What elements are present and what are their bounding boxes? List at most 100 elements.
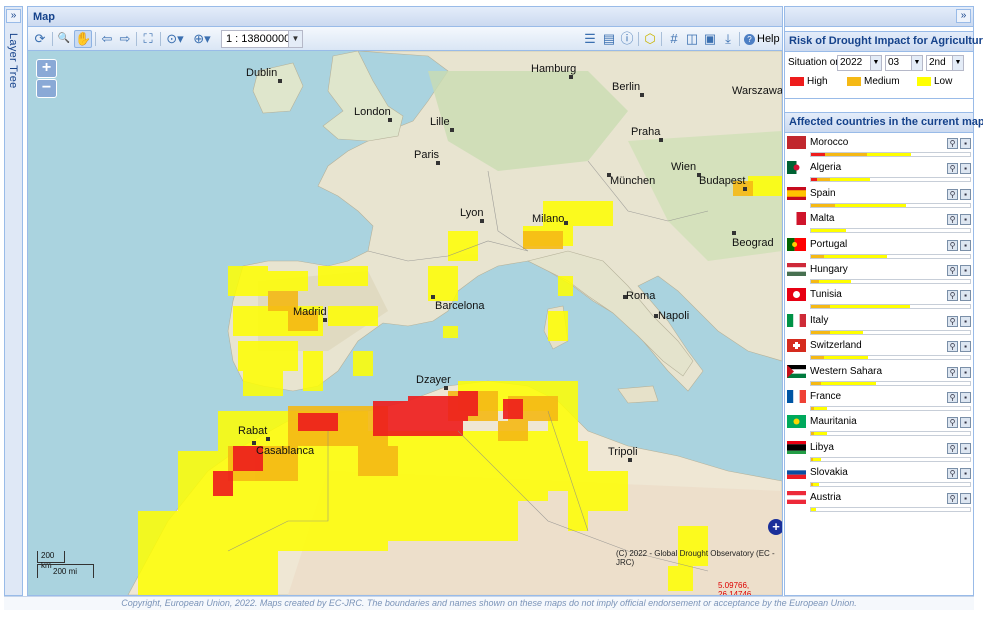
scale-select[interactable]: 1 : 13800000 ▼ <box>221 30 303 48</box>
country-name: Algeria <box>810 162 842 174</box>
country-risk-bar <box>810 202 971 208</box>
country-info-icon[interactable]: ▪ <box>960 391 971 403</box>
layer-info-icon[interactable]: ▤ <box>600 30 618 48</box>
country-info-icon[interactable]: ▪ <box>960 468 971 480</box>
zoom-to-country-icon[interactable]: ⚲ <box>947 366 958 378</box>
country-info-icon[interactable]: ▪ <box>960 315 971 327</box>
zoom-to-country-icon[interactable]: ⚲ <box>947 214 958 226</box>
year-select[interactable]: 2022 ▼ <box>837 55 882 71</box>
country-row[interactable]: Portugal ⚲ ▪ <box>785 235 973 260</box>
risk-bar-low <box>830 305 910 309</box>
forward-arrow-icon[interactable]: ⇨ <box>116 30 134 48</box>
month-value: 03 <box>888 57 900 68</box>
full-extent-icon[interactable]: ⛶ <box>139 30 157 48</box>
help-button[interactable]: ? Help <box>744 30 780 48</box>
city-name: Paris <box>414 149 440 161</box>
footer-copyright: Copyright, European Union, 2022. Maps cr… <box>4 596 974 610</box>
zoom-to-country-icon[interactable]: ⊙▾ <box>163 30 187 48</box>
flag-icon <box>787 262 806 276</box>
zoom-to-country-icon[interactable]: ⚲ <box>947 468 958 480</box>
country-info-icon[interactable]: ▪ <box>960 264 971 276</box>
zoom-out-button[interactable]: − <box>36 79 57 98</box>
map-view[interactable]: + − Dublin London Hamburg Berlin Warszaw… <box>28 51 782 595</box>
zoom-in-button[interactable]: + <box>36 59 57 78</box>
map-copyright: (C) 2022 - Global Drought Observatory (E… <box>616 549 775 567</box>
city-label: Budapest <box>699 175 747 191</box>
expand-layer-tree-icon[interactable]: » <box>6 9 21 23</box>
country-row[interactable]: Western Sahara ⚲ ▪ <box>785 362 973 387</box>
zoom-to-country-icon[interactable]: ⚲ <box>947 290 958 302</box>
zoom-to-country-icon[interactable]: ⚲ <box>947 163 958 175</box>
polygon-select-icon[interactable]: ⬡ <box>641 30 659 48</box>
country-risk-bar <box>810 456 971 462</box>
country-row[interactable]: Italy ⚲ ▪ <box>785 311 973 336</box>
zoom-region-icon[interactable]: ⊕▾ <box>190 30 214 48</box>
country-info-icon[interactable]: ▪ <box>960 341 971 353</box>
country-risk-bar <box>810 482 971 488</box>
layer-tree-label[interactable]: Layer Tree <box>7 33 19 89</box>
zoom-to-country-icon[interactable]: ⚲ <box>947 315 958 327</box>
refresh-icon[interactable]: ⟳ <box>31 30 49 48</box>
zoom-to-country-icon[interactable]: ⚲ <box>947 493 958 505</box>
dekad-select[interactable]: 2nd ▼ <box>926 55 964 71</box>
zoom-to-country-icon[interactable]: ⚲ <box>947 138 958 149</box>
country-row[interactable]: France ⚲ ▪ <box>785 387 973 412</box>
zoom-to-country-icon[interactable]: ⚲ <box>947 391 958 403</box>
affected-section-title: Affected countries in the current map <box>785 112 983 133</box>
country-info-icon[interactable]: ▪ <box>960 290 971 302</box>
country-row[interactable]: Slovakia ⚲ ▪ <box>785 463 973 488</box>
zoom-to-country-icon[interactable]: ⚲ <box>947 442 958 454</box>
legend-swatch-medium <box>847 77 861 86</box>
country-info-icon[interactable]: ▪ <box>960 214 971 226</box>
collapse-right-panel-icon[interactable]: » <box>956 9 971 23</box>
grid-icon[interactable]: # <box>665 30 683 48</box>
toolbar-separator <box>638 32 639 46</box>
download-icon[interactable]: ⤓ <box>719 30 737 48</box>
country-info-icon[interactable]: ▪ <box>960 366 971 378</box>
zoom-to-country-icon[interactable]: ⚲ <box>947 341 958 353</box>
country-row[interactable]: Hungary ⚲ ▪ <box>785 260 973 285</box>
zoom-to-country-icon[interactable]: ⚲ <box>947 417 958 429</box>
zoom-to-country-icon[interactable]: ⚲ <box>947 188 958 200</box>
country-info-icon[interactable]: ▪ <box>960 417 971 429</box>
overview-map-toggle-icon[interactable]: + <box>768 519 782 535</box>
chevron-down-icon: ▼ <box>288 31 302 47</box>
flag-icon <box>787 440 806 454</box>
info-icon[interactable]: ⓘ <box>618 30 636 48</box>
country-row[interactable]: Malta ⚲ ▪ <box>785 209 973 234</box>
country-row[interactable]: Austria ⚲ ▪ <box>785 488 973 513</box>
zoom-box-icon[interactable]: 🔍 <box>55 30 73 48</box>
country-risk-bar <box>810 329 971 335</box>
rss-feed-icon[interactable]: ◫ <box>683 30 701 48</box>
city-label: Dublin <box>246 67 282 83</box>
country-info-icon[interactable]: ▪ <box>960 493 971 505</box>
country-name: Libya <box>810 441 834 453</box>
country-info-icon[interactable]: ▪ <box>960 442 971 454</box>
country-risk-bar <box>810 152 971 157</box>
country-row[interactable]: Switzerland ⚲ ▪ <box>785 336 973 361</box>
country-row[interactable]: Libya ⚲ ▪ <box>785 438 973 463</box>
month-select[interactable]: 03 ▼ <box>885 55 923 71</box>
city-name: Dublin <box>246 67 278 79</box>
zoom-to-country-icon[interactable]: ⚲ <box>947 239 958 251</box>
country-info-icon[interactable]: ▪ <box>960 163 971 175</box>
city-name: Berlin <box>612 81 641 93</box>
risk-bar-low <box>818 279 851 283</box>
pan-hand-icon[interactable]: ✋ <box>74 30 92 48</box>
country-row[interactable]: Morocco ⚲ ▪ <box>785 133 973 158</box>
flag-icon <box>787 364 806 378</box>
save-icon[interactable]: ▣ <box>701 30 719 48</box>
country-info-icon[interactable]: ▪ <box>960 138 971 149</box>
country-row[interactable]: Algeria ⚲ ▪ <box>785 158 973 183</box>
toolbar-separator <box>136 32 137 46</box>
country-info-icon[interactable]: ▪ <box>960 239 971 251</box>
country-info-icon[interactable]: ▪ <box>960 188 971 200</box>
right-panel: » Risk of Drought Impact for Agriculture… <box>784 6 983 596</box>
country-row[interactable]: Spain ⚲ ▪ <box>785 184 973 209</box>
country-row[interactable]: Tunisia ⚲ ▪ <box>785 285 973 310</box>
zoom-to-country-icon[interactable]: ⚲ <box>947 264 958 276</box>
back-arrow-icon[interactable]: ⇦ <box>98 30 116 48</box>
chevron-down-icon: ▼ <box>911 56 922 70</box>
legend-icon[interactable]: ☰ <box>581 30 599 48</box>
country-row[interactable]: Mauritania ⚲ ▪ <box>785 412 973 437</box>
